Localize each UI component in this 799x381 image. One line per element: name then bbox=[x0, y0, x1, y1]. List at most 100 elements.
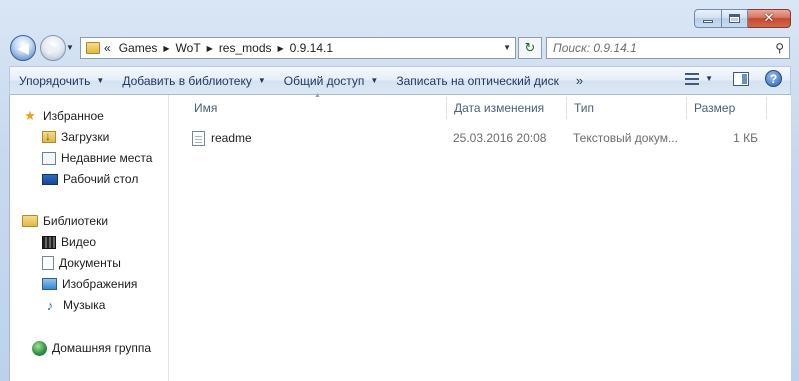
back-button[interactable]: ◀ bbox=[10, 35, 36, 61]
sidebar-item-desktop[interactable]: Рабочий стол bbox=[42, 170, 138, 188]
breadcrumb-separator-icon[interactable]: ▶ bbox=[161, 44, 171, 53]
close-icon: ✕ bbox=[763, 11, 775, 26]
file-size: 1 КБ bbox=[733, 131, 758, 145]
more-commands-button[interactable]: » bbox=[568, 67, 591, 94]
file-type: Текстовый докум... bbox=[573, 131, 678, 145]
file-list: Имя ▲ Дата изменения Тип Размер readme 2… bbox=[170, 92, 792, 381]
view-dropdown-icon[interactable]: ▼ bbox=[705, 74, 713, 83]
sidebar-item-label: Музыка bbox=[63, 298, 106, 312]
music-icon: ♪ bbox=[46, 297, 54, 313]
sidebar-item-documents[interactable]: Документы bbox=[42, 254, 121, 272]
star-icon: ★ bbox=[24, 108, 36, 123]
back-arrow-icon: ◀ bbox=[17, 40, 29, 57]
column-header-label: Размер bbox=[694, 101, 736, 115]
text-file-icon bbox=[192, 130, 205, 146]
organize-menu[interactable]: Упорядочить ▼ bbox=[10, 67, 113, 94]
chevron-down-icon: ▼ bbox=[370, 76, 379, 85]
column-divider[interactable] bbox=[766, 97, 767, 119]
back-forward-group: ◀ ▶ ▼ bbox=[10, 34, 74, 62]
forward-button[interactable]: ▶ bbox=[40, 35, 66, 61]
sidebar-item-label: Рабочий стол bbox=[63, 172, 139, 186]
address-dropdown-icon[interactable]: ▼ bbox=[503, 43, 511, 52]
refresh-icon: ↻ bbox=[524, 40, 536, 55]
add-to-library-label: Добавить в библиотеку bbox=[122, 73, 252, 88]
sidebar-item-libraries[interactable]: Библиотеки bbox=[22, 212, 108, 230]
breadcrumb-separator-icon[interactable]: ▶ bbox=[276, 44, 286, 53]
table-row[interactable]: readme 25.03.2016 20:08 Текстовый докум.… bbox=[170, 128, 792, 148]
file-modified: 25.03.2016 20:08 bbox=[453, 131, 547, 145]
address-bar[interactable]: « Games ▶ WoT ▶ res_mods ▶ 0.9.14.1 ▼ bbox=[80, 37, 516, 59]
sidebar-item-label: Недавние места bbox=[61, 151, 153, 165]
homegroup-icon bbox=[32, 340, 47, 356]
breadcrumb-separator-icon[interactable]: ▶ bbox=[205, 44, 215, 53]
history-dropdown-icon[interactable]: ▼ bbox=[66, 43, 74, 52]
downloads-folder-icon bbox=[42, 129, 56, 143]
minimize-icon bbox=[703, 20, 713, 23]
sidebar-item-homegroup[interactable]: Домашняя группа bbox=[32, 339, 151, 357]
chevron-down-icon: ▼ bbox=[257, 76, 266, 85]
column-header-label: Дата изменения bbox=[454, 101, 545, 115]
preview-pane-icon[interactable] bbox=[733, 71, 749, 86]
command-bar-right: ▼ ? bbox=[685, 70, 782, 87]
sidebar-item-label: Изображения bbox=[62, 277, 138, 291]
sidebar-item-video[interactable]: Видео bbox=[42, 233, 96, 251]
command-bar: Упорядочить ▼ Добавить в библиотеку ▼ Об… bbox=[9, 66, 791, 95]
sidebar-item-label: Избранное bbox=[43, 109, 104, 123]
pictures-icon bbox=[42, 278, 57, 290]
forward-arrow-icon: ▶ bbox=[47, 40, 59, 57]
video-icon bbox=[42, 235, 56, 249]
sidebar-item-recent-places[interactable]: Недавние места bbox=[42, 149, 152, 167]
organize-label: Упорядочить bbox=[19, 73, 91, 88]
breadcrumb-res-mods[interactable]: res_mods bbox=[215, 41, 276, 55]
search-box[interactable]: ⚲ bbox=[546, 37, 790, 59]
column-header-date[interactable]: Дата изменения bbox=[446, 95, 566, 121]
folder-icon bbox=[86, 42, 100, 54]
help-glyph: ? bbox=[769, 71, 778, 86]
sidebar-item-label: Видео bbox=[61, 235, 97, 249]
sidebar-item-label: Домашняя группа bbox=[52, 341, 152, 355]
search-icon[interactable]: ⚲ bbox=[775, 41, 784, 55]
chevron-down-icon: ▼ bbox=[96, 76, 105, 85]
file-name: readme bbox=[211, 131, 252, 145]
help-icon[interactable]: ? bbox=[765, 70, 782, 87]
search-input[interactable] bbox=[553, 41, 763, 55]
breadcrumb-overflow[interactable]: « bbox=[100, 41, 115, 55]
window-caption-buttons: ✕ bbox=[694, 9, 791, 30]
refresh-button[interactable]: ↻ bbox=[518, 37, 542, 59]
more-commands-icon: » bbox=[575, 73, 584, 88]
sort-ascending-icon: ▲ bbox=[314, 92, 321, 99]
share-label: Общий доступ bbox=[283, 73, 365, 88]
change-view-icon[interactable] bbox=[685, 72, 700, 85]
sidebar-item-label: Библиотеки bbox=[43, 214, 109, 228]
desktop-icon bbox=[42, 173, 58, 185]
documents-icon bbox=[42, 256, 54, 270]
sidebar-item-downloads[interactable]: Загрузки bbox=[42, 128, 109, 146]
breadcrumb-games[interactable]: Games bbox=[115, 41, 162, 55]
maximize-icon bbox=[729, 14, 740, 23]
add-to-library-menu[interactable]: Добавить в библиотеку ▼ bbox=[113, 67, 274, 94]
share-menu[interactable]: Общий доступ ▼ bbox=[275, 67, 388, 94]
minimize-button[interactable] bbox=[694, 9, 722, 28]
navigation-pane: ★ Избранное Загрузки Недавние места Рабо… bbox=[10, 95, 169, 381]
column-header-label: Тип bbox=[574, 101, 595, 115]
sidebar-item-music[interactable]: ♪ Музыка bbox=[42, 296, 106, 314]
libraries-icon bbox=[22, 215, 38, 227]
breadcrumb-current[interactable]: 0.9.14.1 bbox=[286, 41, 337, 55]
column-header-label: Имя bbox=[194, 101, 218, 115]
file-name-cell[interactable]: readme bbox=[192, 128, 252, 148]
column-header-type[interactable]: Тип bbox=[566, 95, 686, 121]
close-button[interactable]: ✕ bbox=[748, 9, 791, 28]
sidebar-item-favorites[interactable]: ★ Избранное bbox=[22, 107, 104, 125]
burn-disc-label: Записать на оптический диск bbox=[396, 73, 559, 88]
explorer-window: ✕ ◀ ▶ ▼ « Games ▶ WoT ▶ res_mods ▶ 0.9.1… bbox=[0, 0, 799, 381]
sidebar-item-label: Загрузки bbox=[61, 130, 110, 144]
column-header-size[interactable]: Размер bbox=[686, 95, 766, 121]
breadcrumb-wot[interactable]: WoT bbox=[172, 41, 205, 55]
sidebar-item-label: Документы bbox=[59, 256, 121, 270]
burn-disc-button[interactable]: Записать на оптический диск bbox=[387, 67, 568, 94]
navigation-bar: ◀ ▶ ▼ « Games ▶ WoT ▶ res_mods ▶ 0.9.14.… bbox=[10, 34, 790, 62]
sidebar-item-pictures[interactable]: Изображения bbox=[42, 275, 137, 293]
maximize-button[interactable] bbox=[722, 9, 748, 28]
content-area: ★ Избранное Загрузки Недавние места Рабо… bbox=[9, 92, 792, 381]
recent-places-icon bbox=[42, 151, 56, 165]
